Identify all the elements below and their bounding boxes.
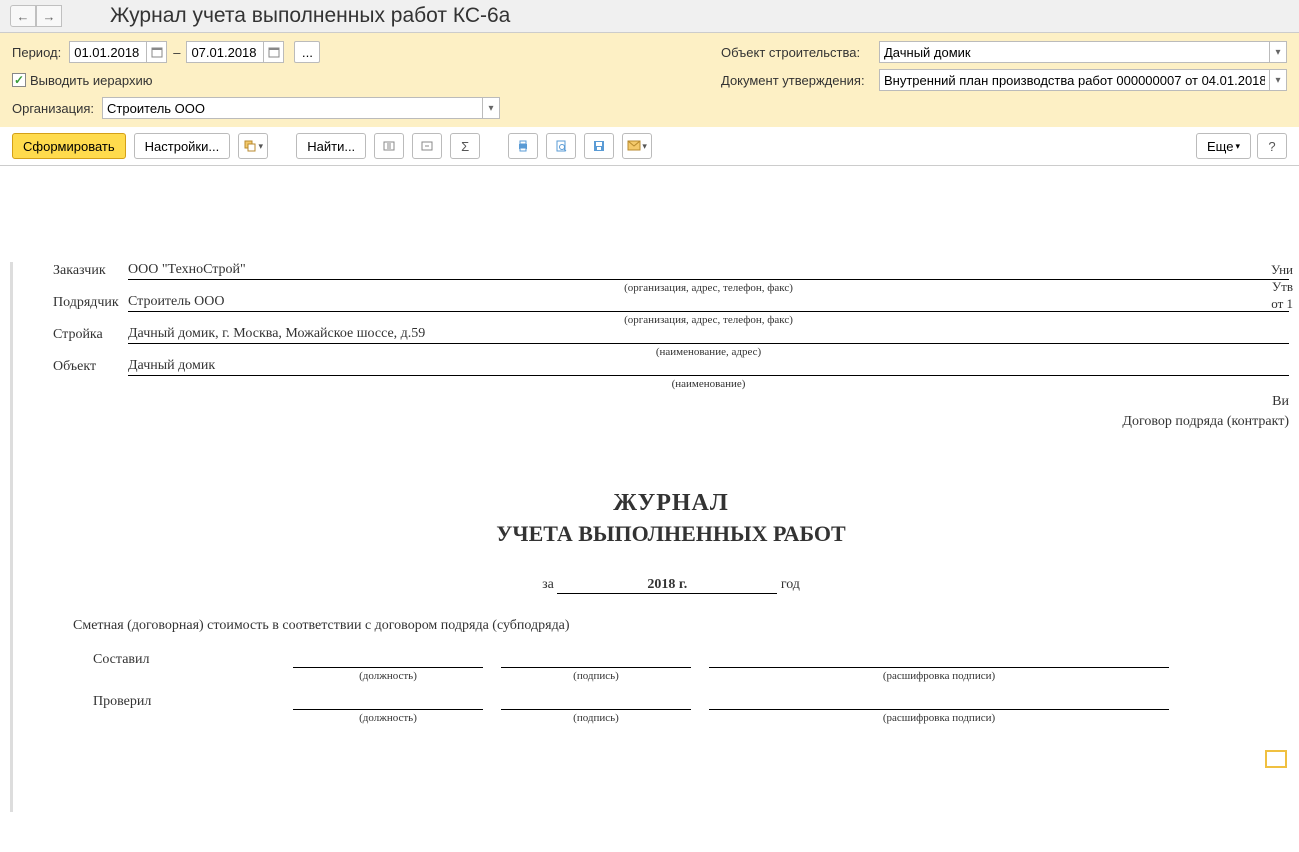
customer-label: Заказчик <box>53 263 128 280</box>
print-icon[interactable] <box>508 133 538 159</box>
doc-title-1: ЖУРНАЛ <box>53 490 1289 517</box>
date-to-input[interactable] <box>186 41 264 63</box>
settings-button[interactable]: Настройки... <box>134 133 231 159</box>
site-hint: (наименование, адрес) <box>128 346 1289 358</box>
sum-icon[interactable]: Σ <box>450 133 480 159</box>
find-button[interactable]: Найти... <box>296 133 366 159</box>
hint-signature-1: (подпись) <box>501 670 691 682</box>
period-label: Период: <box>12 45 61 60</box>
nav-forward-button[interactable]: → <box>36 5 62 27</box>
date-from-input[interactable] <box>69 41 147 63</box>
organization-dropdown-icon[interactable]: ▾ <box>482 97 500 119</box>
checked-decipher-slot <box>709 692 1169 710</box>
approval-label: Документ утверждения: <box>721 73 871 88</box>
generate-button[interactable]: Сформировать <box>12 133 126 159</box>
report-area[interactable]: Уни Утв от 1 Заказчик ООО "ТехноСтрой" (… <box>0 165 1299 852</box>
hint-position-1: (должность) <box>293 670 483 682</box>
save-icon[interactable] <box>584 133 614 159</box>
compiled-signature-slot <box>501 650 691 668</box>
checked-label: Проверил <box>93 694 293 710</box>
object-label: Объект строительства: <box>721 45 871 60</box>
expand-icon[interactable] <box>374 133 404 159</box>
hint-signature-2: (подпись) <box>501 712 691 724</box>
form-meta: Уни Утв от 1 <box>1271 262 1293 313</box>
compiled-decipher-slot <box>709 650 1169 668</box>
hint-decipher-2: (расшифровка подписи) <box>709 712 1169 724</box>
object-input[interactable] <box>879 41 1269 63</box>
organization-input[interactable] <box>102 97 482 119</box>
customer-hint: (организация, адрес, телефон, факс) <box>128 282 1289 294</box>
hint-position-2: (должность) <box>293 712 483 724</box>
date-separator: – <box>173 45 180 60</box>
year-line: за 2018 г. год <box>53 577 1289 594</box>
approval-dropdown-icon[interactable]: ▾ <box>1269 69 1287 91</box>
doc-title-2: УЧЕТА ВЫПОЛНЕННЫХ РАБОТ <box>53 521 1289 547</box>
preview-icon[interactable] <box>546 133 576 159</box>
calendar-to-icon[interactable] <box>264 41 284 63</box>
contractor-value: Строитель ООО <box>128 294 1289 312</box>
checked-signature-slot <box>501 692 691 710</box>
object-hint: (наименование) <box>128 378 1289 390</box>
site-label: Стройка <box>53 327 128 344</box>
object-field-label: Объект <box>53 359 128 376</box>
checkmark-icon: ✓ <box>12 73 26 87</box>
approval-input[interactable] <box>879 69 1269 91</box>
cost-line: Сметная (договорная) стоимость в соответ… <box>73 618 1289 634</box>
collapse-icon[interactable] <box>412 133 442 159</box>
more-button[interactable]: Еще ▾ <box>1196 133 1251 159</box>
help-button[interactable]: ? <box>1257 133 1287 159</box>
right-note-1: Ви <box>53 394 1289 410</box>
nav-back-button[interactable]: ← <box>10 5 36 27</box>
contractor-hint: (организация, адрес, телефон, факс) <box>128 314 1289 326</box>
customer-value: ООО "ТехноСтрой" <box>128 262 1289 280</box>
object-dropdown-icon[interactable]: ▾ <box>1269 41 1287 63</box>
checked-position-slot <box>293 692 483 710</box>
compiled-position-slot <box>293 650 483 668</box>
calendar-from-icon[interactable] <box>147 41 167 63</box>
site-value: Дачный домик, г. Москва, Можайское шоссе… <box>128 326 1289 344</box>
compiled-label: Составил <box>93 652 293 668</box>
email-icon[interactable]: ▾ <box>622 133 652 159</box>
object-field-value: Дачный домик <box>128 358 1289 376</box>
hierarchy-checkbox[interactable]: ✓ Выводить иерархию <box>12 73 152 88</box>
period-more-button[interactable]: ... <box>294 41 320 63</box>
hierarchy-label: Выводить иерархию <box>30 73 152 88</box>
organization-label: Организация: <box>12 101 94 116</box>
contractor-label: Подрядчик <box>53 295 128 312</box>
right-note-2: Договор подряда (контракт) <box>53 414 1289 430</box>
hint-decipher-1: (расшифровка подписи) <box>709 670 1169 682</box>
page-title: Журнал учета выполненных работ КС-6а <box>110 4 510 28</box>
corner-marker <box>1265 750 1287 768</box>
variants-icon[interactable]: ▾ <box>238 133 268 159</box>
